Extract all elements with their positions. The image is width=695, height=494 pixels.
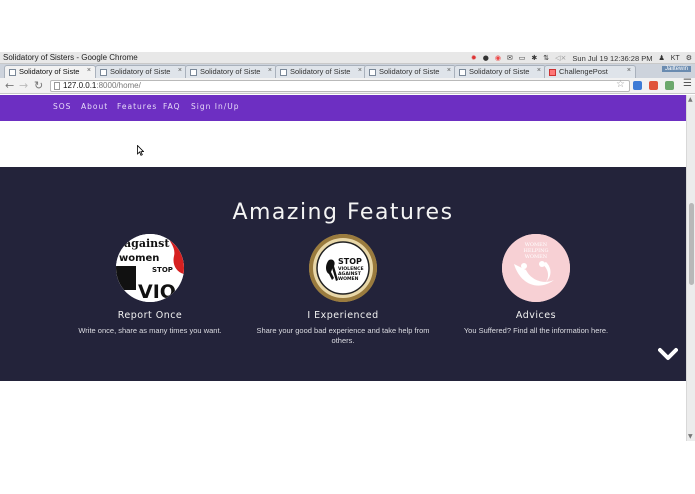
screen-bottom-margin [0,441,695,494]
back-arrow-icon[interactable]: ← [5,79,14,92]
tab-close-icon[interactable]: × [627,67,631,74]
page-viewport: SOS About Features FAQ Sign In/Up Amazin… [0,95,686,441]
svg-text:STOP: STOP [338,257,362,266]
feature-card: STOP VIOLENCE AGAINST WOMEN I Experience… [243,234,443,346]
mouse-cursor-icon [137,145,144,156]
page-favicon-icon [190,69,197,76]
feature-description: Write once, share as many times you want… [78,326,222,335]
bluetooth-icon[interactable]: ✱ [531,54,537,62]
tab-close-icon[interactable]: × [447,67,451,74]
features-heading: Amazing Features [232,200,454,225]
page-favicon-icon [459,69,466,76]
svg-text:STOP: STOP [152,266,173,274]
tab-close-icon[interactable]: × [537,67,541,74]
record-icon[interactable]: ● [483,54,489,62]
tab-strip: Solidatory of Siste × Solidatory of Sist… [0,64,695,78]
settings-gear-icon[interactable]: ⚙ [686,54,692,62]
nav-link-faq[interactable]: FAQ [163,102,181,111]
bookmark-star-icon[interactable]: ☆ [616,80,625,90]
tab-label: Solidatory of Siste [200,67,261,76]
tab-close-icon[interactable]: × [268,67,272,74]
mail-icon[interactable]: ✉ [507,54,513,62]
svg-text:against: against [124,237,170,250]
nav-link-features[interactable]: Features [117,102,157,111]
extension-icon[interactable] [649,81,658,90]
feature-image: against women STOP VIO [116,234,184,302]
chrome-menu-icon[interactable]: ☰ [683,78,692,89]
scroll-up-arrow-icon[interactable]: ▲ [688,96,693,103]
page-favicon-icon [9,69,16,76]
tab-label: ChallengePost [559,67,608,76]
feature-title: Advices [515,310,557,321]
tab-close-icon[interactable]: × [178,67,182,74]
browser-toolbar: ← → ↻ 127.0.0.1:8000/home/ ☆ ☰ [0,78,695,94]
feature-card: WOMEN HELPING WOMEN Advices You Suffered… [436,234,636,336]
women-helping-women-image: WOMEN HELPING WOMEN [502,234,570,302]
feature-description: Share your good bad experience and take … [256,326,430,345]
svg-text:women: women [119,253,159,264]
forward-arrow-icon[interactable]: → [19,79,28,92]
svg-text:VIO: VIO [138,281,176,302]
scrollbar-thumb[interactable] [689,203,694,285]
stop-violence-badge-image: STOP VIOLENCE AGAINST WOMEN [309,234,377,302]
volume-icon[interactable]: ◁× [555,54,566,62]
site-navbar: SOS About Features FAQ Sign In/Up [0,95,686,121]
tab-label: Solidatory of Siste [19,67,80,76]
network-icon[interactable]: ⇅ [543,54,549,62]
user-name[interactable]: KT [671,55,680,62]
feature-title: Report Once [117,310,183,321]
feature-description: You Suffered? Find all the information h… [463,326,609,335]
extension-icon[interactable] [633,81,642,90]
page-favicon-icon [369,69,376,76]
page-favicon-icon [280,69,287,76]
tab-label: Solidatory of Siste [379,67,440,76]
against-women-poster-image: against women STOP VIO [116,234,184,302]
chrome-icon[interactable]: ◉ [495,54,501,62]
tab-label: Solidatory of Siste [110,67,171,76]
vertical-scrollbar[interactable]: ▲ ▼ [686,95,695,441]
page-icon [54,82,60,90]
browser-tab[interactable]: Solidatory of Siste × [454,65,546,78]
feature-image: WOMEN HELPING WOMEN [502,234,570,302]
scroll-down-arrow-icon[interactable]: ▼ [688,433,693,440]
tab-label: Solidatory of Siste [290,67,351,76]
browser-tab[interactable]: Solidatory of Siste × [95,65,187,78]
user-icon[interactable]: ♟ [658,54,664,62]
tab-close-icon[interactable]: × [358,67,362,74]
battery-icon[interactable]: ▭ [519,54,526,62]
screen-top-margin [0,0,695,52]
tab-label: Solidatory of Siste [469,67,530,76]
page-favicon-icon [100,69,107,76]
feature-card: against women STOP VIO Report Once Write… [50,234,250,336]
address-bar[interactable]: 127.0.0.1:8000/home/ ☆ [50,80,630,92]
tab-close-icon[interactable]: × [87,67,91,74]
system-tray: ✹ ● ◉ ✉ ▭ ✱ ⇅ ◁× Sun Jul 19 12:36:28 PM … [471,52,695,64]
feature-image: STOP VIOLENCE AGAINST WOMEN [309,234,377,302]
challengepost-favicon-icon [549,69,556,76]
browser-tab[interactable]: Solidatory of Siste × [185,65,277,78]
browser-tab[interactable]: Solidatory of Siste × [4,65,96,78]
nav-link-sign-in[interactable]: Sign In/Up [191,102,240,111]
clock[interactable]: Sun Jul 19 12:36:28 PM [572,54,652,63]
browser-tab[interactable]: ChallengePost × [544,65,636,78]
reload-icon[interactable]: ↻ [34,79,43,92]
browser-tab[interactable]: Solidatory of Siste × [275,65,367,78]
address-host: 127.0.0.1 [63,81,97,90]
address-path: :8000/home/ [96,81,141,90]
bug-icon[interactable]: ✹ [471,54,477,62]
svg-text:WOMEN: WOMEN [525,254,548,260]
features-section: Amazing Features against women STOP VIO … [0,167,686,381]
extension-icon[interactable] [665,81,674,90]
svg-text:WOMEN: WOMEN [338,276,359,282]
nav-link-about[interactable]: About [81,102,108,111]
profile-label[interactable]: Jailtewin [661,66,691,72]
scroll-down-chevron-icon[interactable] [658,346,678,362]
window-titlebar: Solidatory of Sisters - Google Chrome ✹ … [0,52,695,64]
browser-tab[interactable]: Solidatory of Siste × [364,65,456,78]
nav-link-sos[interactable]: SOS [53,102,71,111]
window-title: Solidatory of Sisters - Google Chrome [3,53,138,62]
feature-title: I Experienced [307,310,379,321]
